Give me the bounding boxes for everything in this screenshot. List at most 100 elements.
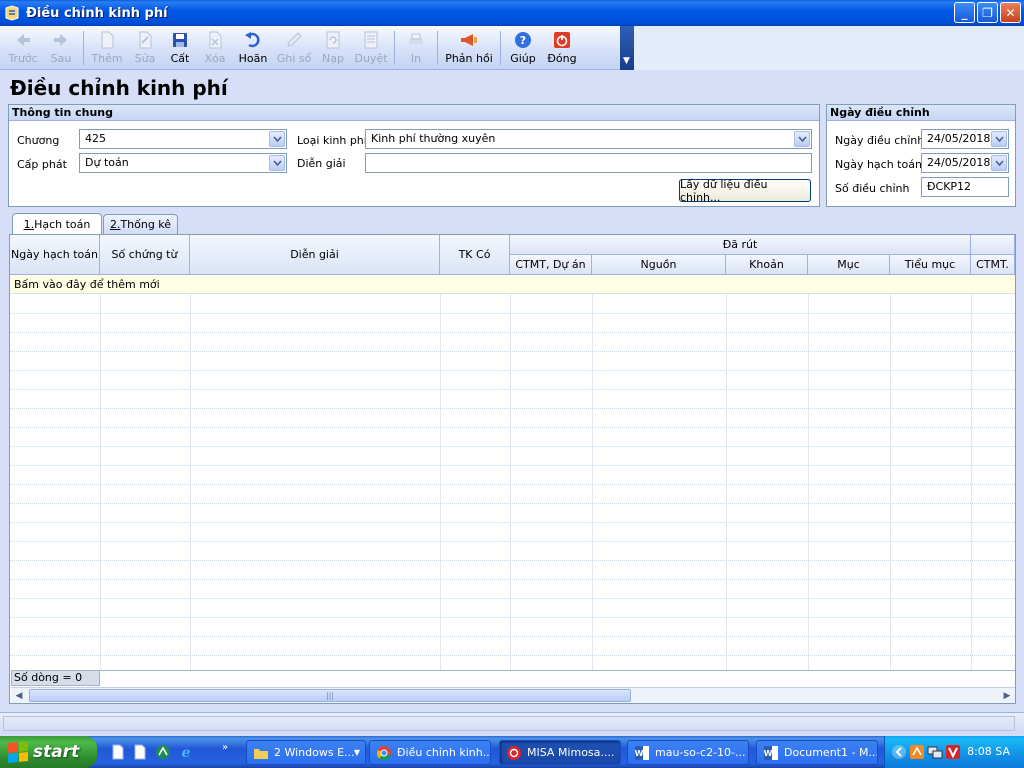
- floppy-disk-icon: [173, 33, 187, 47]
- megaphone-icon: [461, 34, 477, 46]
- window-title: Điều chỉnh kinh phí: [26, 5, 168, 21]
- task-word-mau-so[interactable]: W mau-so-c2-10-...: [627, 740, 749, 765]
- loai-kinh-phi-dropdown-button[interactable]: [794, 131, 810, 147]
- start-label: start: [33, 742, 80, 762]
- toolbar-overflow-button[interactable]: ▼: [620, 26, 634, 70]
- delete-document-icon: [209, 31, 222, 49]
- ngay-hach-toan-label: Ngày hạch toán: [835, 158, 922, 171]
- chuong-combo[interactable]: 425: [79, 129, 287, 149]
- document-icon[interactable]: [110, 744, 126, 760]
- grid-row-line: [10, 351, 1015, 352]
- loai-kinh-phi-combo[interactable]: Kinh phí thường xuyên: [365, 129, 812, 149]
- row-count-footer: [100, 670, 1015, 686]
- edit-button[interactable]: Sửa: [127, 26, 163, 70]
- print-button[interactable]: In: [398, 26, 434, 70]
- cap-phat-label: Cấp phát: [17, 158, 67, 171]
- grid-row-line: [10, 465, 1015, 466]
- internet-explorer-icon[interactable]: e: [178, 744, 194, 760]
- ngay-dieu-chinh-picker[interactable]: 24/05/2018: [921, 129, 1009, 149]
- col-group-next: [971, 235, 1015, 255]
- close-window-button[interactable]: ✕: [1000, 2, 1021, 23]
- quick-launch-overflow-icon[interactable]: »: [222, 742, 228, 753]
- col-header-khoan[interactable]: Khoản: [726, 255, 808, 275]
- so-dieu-chinh-input[interactable]: ĐCKP12: [921, 177, 1009, 197]
- undo-icon: [245, 32, 260, 48]
- add-button[interactable]: Thêm: [87, 26, 127, 70]
- scroll-left-button[interactable]: ◀: [11, 688, 27, 703]
- close-form-button[interactable]: Đóng: [542, 26, 582, 70]
- cap-phat-dropdown-button[interactable]: [269, 155, 285, 171]
- ngay-hach-toan-value: 24/05/2018: [927, 156, 991, 169]
- task-word-document1[interactable]: W Document1 - M...: [756, 740, 878, 765]
- feedback-button[interactable]: Phản hồi: [441, 26, 497, 70]
- cap-phat-combo[interactable]: Dự toán: [79, 153, 287, 173]
- taskbar: start e » 2 Windows E... ▼ Điều chỉnh ki…: [0, 736, 1024, 768]
- load-label: Nạp: [322, 52, 344, 65]
- tab-hach-toan[interactable]: 1. Hạch toán: [12, 213, 102, 234]
- adjust-date-heading: Ngày điều chỉnh: [827, 105, 1015, 121]
- chuong-value: 425: [85, 132, 106, 145]
- toolbar: Trước Sau Thêm Sửa Cất Xóa Hoãn Ghi sổ N…: [0, 26, 634, 70]
- col-header-muc[interactable]: Mục: [808, 255, 890, 275]
- chrome-icon: [377, 745, 391, 760]
- task-misa[interactable]: MISA Mimosa....: [499, 740, 621, 765]
- save-button[interactable]: Cất: [163, 26, 197, 70]
- prev-button[interactable]: Trước: [4, 26, 42, 70]
- chevron-down-icon: [272, 136, 282, 142]
- col-header-nguon[interactable]: Nguồn: [592, 255, 726, 275]
- network-icon[interactable]: [927, 744, 943, 760]
- col-header-ctmt-du-an[interactable]: CTMT, Dự án: [510, 255, 592, 275]
- minimize-button[interactable]: _: [954, 2, 975, 23]
- col-header-ngay-hach-toan[interactable]: Ngày hạch toán: [10, 235, 100, 275]
- col-header-so-chung-tu[interactable]: Số chứng từ: [100, 235, 190, 275]
- grid-row-line: [10, 579, 1015, 580]
- delete-button[interactable]: Xóa: [197, 26, 233, 70]
- accounting-grid: Ngày hạch toán Số chứng từ Diễn giải TK …: [9, 234, 1016, 704]
- task-label: Document1 - M...: [784, 746, 878, 759]
- tab-thong-ke-key: 2.: [109, 218, 121, 231]
- approve-button[interactable]: Duyệt: [351, 26, 391, 70]
- tray-expand-icon[interactable]: [891, 744, 907, 760]
- restore-button[interactable]: ❐: [977, 2, 998, 23]
- scroll-thumb[interactable]: |||: [29, 689, 631, 702]
- ngay-hach-toan-dropdown-button[interactable]: [991, 155, 1007, 171]
- toolbar-separator: [437, 31, 438, 65]
- task-windows-explorer[interactable]: 2 Windows E... ▼: [246, 740, 366, 765]
- tray-app-icon[interactable]: [909, 744, 925, 760]
- arrow-left-icon: [17, 34, 30, 46]
- chevron-down-icon: [994, 160, 1004, 166]
- task-chrome[interactable]: Điều chỉnh kinh...: [369, 740, 491, 765]
- col-header-ctmt[interactable]: CTMT.: [971, 255, 1015, 275]
- app-shortcut-icon[interactable]: [155, 744, 171, 760]
- col-header-tieu-muc[interactable]: Tiểu mục: [890, 255, 971, 275]
- fetch-adjust-data-button[interactable]: Lấy dữ liệu điều chỉnh...: [679, 178, 811, 204]
- document-icon[interactable]: [132, 744, 148, 760]
- grid-row-line: [10, 560, 1015, 561]
- add-new-row[interactable]: Bấm vào đây để thêm mới: [10, 275, 1015, 294]
- help-button[interactable]: ? Giúp: [504, 26, 542, 70]
- dien-giai-input[interactable]: [365, 153, 812, 173]
- chuong-dropdown-button[interactable]: [269, 131, 285, 147]
- svg-text:W: W: [764, 749, 773, 758]
- col-header-dien-giai[interactable]: Diễn giải: [190, 235, 440, 275]
- undo-button[interactable]: Hoãn: [233, 26, 273, 70]
- scroll-right-button[interactable]: ▶: [999, 688, 1015, 703]
- post-button[interactable]: Ghi sổ: [273, 26, 315, 70]
- edit-label: Sửa: [134, 52, 156, 65]
- grid-row-line: [10, 541, 1015, 542]
- tab-thong-ke[interactable]: 2. Thống kê: [103, 214, 178, 234]
- delete-label: Xóa: [204, 52, 226, 65]
- approve-label: Duyệt: [354, 52, 388, 65]
- loai-kinh-phi-value: Kinh phí thường xuyên: [371, 132, 496, 145]
- start-button[interactable]: start: [0, 736, 97, 768]
- ngay-hach-toan-picker[interactable]: 24/05/2018: [921, 153, 1009, 173]
- ngay-dieu-chinh-dropdown-button[interactable]: [991, 131, 1007, 147]
- toolbar-separator: [500, 31, 501, 65]
- horizontal-scrollbar[interactable]: ◀ ||| ▶: [11, 687, 1015, 703]
- grid-row-line: [10, 370, 1015, 371]
- grid-row-line: [10, 636, 1015, 637]
- col-header-tk-co[interactable]: TK Có: [440, 235, 510, 275]
- antivirus-icon[interactable]: [945, 744, 961, 760]
- load-button[interactable]: Nạp: [315, 26, 351, 70]
- next-button[interactable]: Sau: [42, 26, 80, 70]
